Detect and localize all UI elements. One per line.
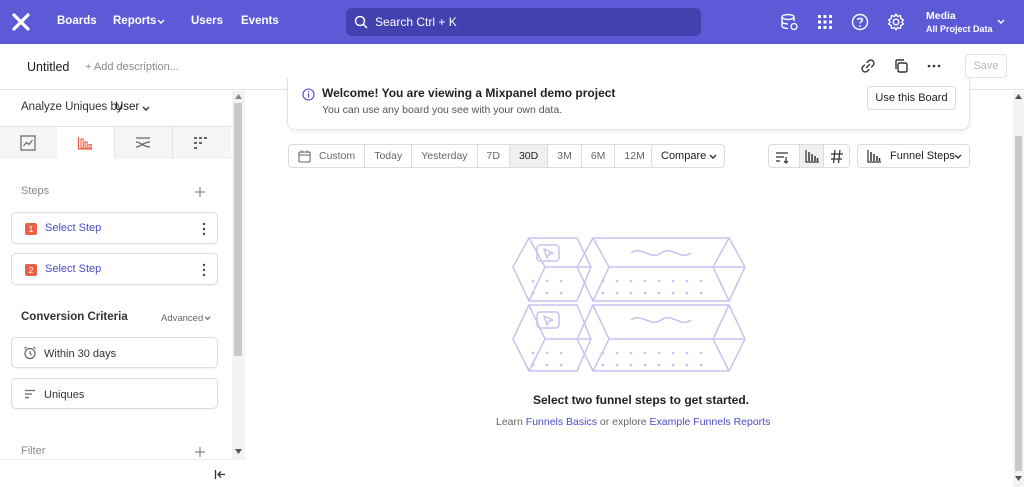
tab-funnels[interactable] xyxy=(57,127,115,159)
advanced-toggle[interactable]: Advanced xyxy=(161,313,203,324)
conversion-criteria-title: Conversion Criteria xyxy=(21,311,128,323)
date-range-6m[interactable]: 6M xyxy=(582,145,616,167)
add-filter-icon[interactable] xyxy=(194,446,206,458)
bar-view-toggle[interactable] xyxy=(799,145,824,167)
project-chevron-icon[interactable] xyxy=(997,19,1005,25)
tab-insights[interactable] xyxy=(0,127,58,159)
analyze-by-label: Analyze Uniques by xyxy=(21,101,123,113)
banner-title: Welcome! You are viewing a Mixpanel demo… xyxy=(322,86,616,100)
demo-project-banner: Welcome! You are viewing a Mixpanel demo… xyxy=(287,78,970,130)
compare-button[interactable]: Compare xyxy=(651,144,725,168)
project-data-label[interactable]: All Project Data xyxy=(926,24,993,34)
date-range-selector: Custom Today Yesterday 7D 30D 3M 6M 12M xyxy=(288,144,655,168)
chevron-down-icon xyxy=(142,106,150,111)
date-range-12m[interactable]: 12M xyxy=(615,145,653,167)
database-icon[interactable] xyxy=(779,12,799,32)
more-options-icon[interactable] xyxy=(926,58,942,74)
report-type-tabs xyxy=(0,126,232,159)
conversion-window-label: Within 30 days xyxy=(44,348,117,360)
date-range-30d[interactable]: 30D xyxy=(509,145,549,167)
funnels-basics-link[interactable]: Funnels Basics xyxy=(526,416,597,428)
search-bar[interactable]: Search Ctrl + K xyxy=(346,8,701,36)
scroll-thumb[interactable] xyxy=(234,103,242,356)
sort-icon[interactable] xyxy=(774,149,790,165)
duplicate-icon[interactable] xyxy=(893,58,909,74)
nav-reports[interactable]: Reports xyxy=(113,15,156,27)
step-menu-icon[interactable] xyxy=(202,263,206,277)
empty-state-title: Select two funnel steps to get started. xyxy=(532,393,750,407)
chevron-down-icon xyxy=(157,19,165,24)
number-view-icon[interactable] xyxy=(830,149,844,164)
funnel-chart-icon xyxy=(867,150,881,163)
query-builder-panel: Analyze Uniques by User Steps 1 Select S… xyxy=(0,91,245,487)
info-icon xyxy=(302,88,315,101)
step-menu-icon[interactable] xyxy=(202,222,206,236)
top-nav: Boards Reports Users Events Search Ctrl … xyxy=(0,0,1024,44)
step-number-badge: 1 xyxy=(25,223,37,235)
date-range-3m[interactable]: 3M xyxy=(548,145,582,167)
example-funnels-link[interactable]: Example Funnels Reports xyxy=(650,416,771,428)
report-title[interactable]: Untitled xyxy=(27,60,69,74)
date-range-custom[interactable]: Custom xyxy=(289,145,366,167)
add-step-icon[interactable] xyxy=(194,186,206,198)
collapse-panel-icon[interactable] xyxy=(214,469,226,480)
use-board-button[interactable]: Use this Board xyxy=(867,86,956,110)
filter-label: Filter xyxy=(21,445,46,457)
empty-state-help: Learn Funnels Basics or explore Example … xyxy=(496,416,771,428)
retention-icon xyxy=(194,137,207,149)
scroll-thumb[interactable] xyxy=(1015,136,1022,471)
flows-icon xyxy=(135,137,151,148)
chevron-down-icon xyxy=(954,154,962,159)
link-icon[interactable] xyxy=(860,58,876,74)
scroll-up-icon[interactable] xyxy=(1015,94,1022,99)
project-name[interactable]: Media xyxy=(926,10,956,22)
clock-icon xyxy=(24,346,36,360)
search-icon xyxy=(354,15,368,29)
nav-users[interactable]: Users xyxy=(191,15,223,27)
funnel-bars-icon xyxy=(77,137,92,150)
view-options-group xyxy=(768,144,850,168)
save-button[interactable]: Save xyxy=(965,54,1007,78)
step-select[interactable]: Select Step xyxy=(45,263,101,275)
analyze-by-select[interactable]: User xyxy=(115,101,139,113)
funnel-step-card[interactable]: 2 Select Step xyxy=(11,253,218,285)
date-range-yesterday[interactable]: Yesterday xyxy=(412,145,478,167)
tab-retention[interactable] xyxy=(173,127,231,159)
calendar-icon xyxy=(298,150,311,163)
gear-icon[interactable] xyxy=(886,12,906,32)
add-description-button[interactable]: + Add description... xyxy=(85,61,179,73)
mixpanel-logo-icon[interactable] xyxy=(12,13,30,31)
banner-subtitle: You can use any board you see with your … xyxy=(322,104,563,116)
scroll-up-icon[interactable] xyxy=(235,94,242,99)
panel-footer xyxy=(0,459,245,487)
main-scrollbar[interactable] xyxy=(1013,91,1024,487)
chevron-down-icon xyxy=(204,316,211,321)
scroll-down-icon[interactable] xyxy=(235,449,242,454)
chart-type-select[interactable]: Funnel Steps xyxy=(857,144,970,168)
search-placeholder: Search Ctrl + K xyxy=(375,15,457,29)
help-icon[interactable] xyxy=(850,12,870,32)
step-select[interactable]: Select Step xyxy=(45,222,101,234)
line-chart-icon xyxy=(20,135,36,151)
scroll-down-icon[interactable] xyxy=(1015,476,1022,481)
step-number-badge: 2 xyxy=(25,264,37,276)
nav-boards[interactable]: Boards xyxy=(57,15,97,27)
funnel-empty-illustration xyxy=(512,237,746,372)
tab-flows[interactable] xyxy=(115,127,173,159)
bar-chart-icon xyxy=(805,150,819,163)
conversion-window-card[interactable]: Within 30 days xyxy=(11,337,218,368)
funnel-step-card[interactable]: 1 Select Step xyxy=(11,212,218,244)
chevron-down-icon xyxy=(709,154,717,159)
date-range-7d[interactable]: 7D xyxy=(478,145,510,167)
nav-events[interactable]: Events xyxy=(241,15,279,27)
date-range-today[interactable]: Today xyxy=(365,145,413,167)
apps-grid-icon[interactable] xyxy=(815,12,835,32)
steps-label: Steps xyxy=(21,185,50,197)
